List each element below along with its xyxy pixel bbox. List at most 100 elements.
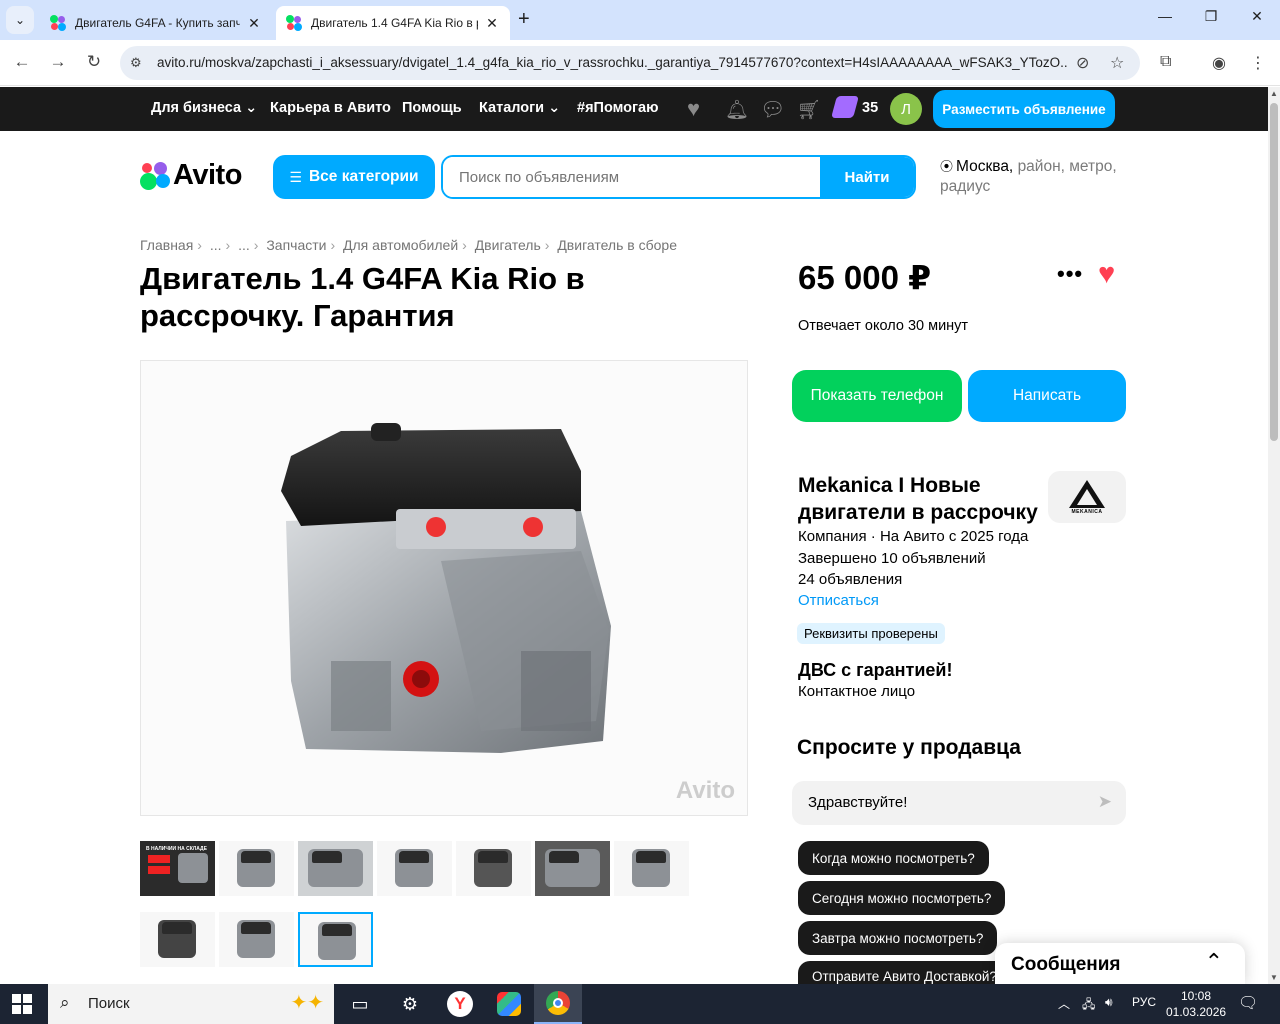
quick-question-chip[interactable]: Сегодня можно посмотреть? [798,881,1006,915]
copilot-sparkle-icon[interactable]: ✦✦ [290,990,324,1015]
tab-search-button[interactable]: ⌄ [6,6,34,34]
write-button[interactable]: Написать [968,370,1126,422]
career-link[interactable]: Карьера в Авито [270,100,391,116]
quick-question-chip[interactable]: Когда можно посмотреть? [798,841,989,875]
favorite-heart-icon[interactable]: ♥ [1098,258,1115,291]
thumbnail[interactable] [456,841,531,896]
extensions-icon[interactable]: ⧉ [1160,53,1171,71]
restore-icon[interactable]: ❐ [1188,8,1234,25]
ya-pomogayu-link[interactable]: #яПомогаю [577,100,659,116]
windows-start-icon[interactable] [12,994,32,1014]
address-bar[interactable]: ⚙ avito.ru/moskva/zapchasti_i_aksessuary… [120,46,1140,80]
thumbnail[interactable]: В НАЛИЧИИ НА СКЛАДЕ [140,841,215,896]
browser-menu-icon[interactable]: ⋮ [1250,53,1266,73]
location-selector[interactable]: ⦿ Москва, район, метро, радиус [940,157,1130,197]
breadcrumb-home[interactable]: Главная [140,237,193,253]
main-photo[interactable]: Avito [140,360,748,816]
minimize-icon[interactable]: — [1142,8,1188,24]
network-icon[interactable]: 🖧︎ [1082,995,1095,1016]
page-title: Двигатель 1.4 G4FA Kia Rio в рассрочку. … [140,261,585,333]
ask-seller-input[interactable]: Здравствуйте! ➤ [792,781,1126,825]
thumbnail[interactable] [219,912,294,967]
site-info-icon[interactable]: ⚙ [130,55,142,71]
bonus-count[interactable]: 35 [862,100,878,116]
photos-app-icon[interactable] [485,984,533,1024]
send-icon[interactable]: ➤ [1098,792,1112,812]
page-scrollbar[interactable]: ▲ ▼ [1268,87,1280,984]
quick-question-chip[interactable]: Отправите Авито Доставкой? [798,961,1011,984]
search-input[interactable] [443,157,823,197]
breadcrumb-separator-icon: › [197,237,202,253]
business-link[interactable]: Для бизнеса ⌄ [151,100,257,116]
forward-icon[interactable]: → [46,52,70,72]
messages-panel[interactable]: Сообщения ⌃ [995,943,1245,984]
thumbnail[interactable] [140,912,215,967]
profile-icon[interactable]: ◉ [1212,53,1226,73]
more-options-icon[interactable]: ••• [1057,261,1083,287]
all-categories-button[interactable]: ☰ Все категории [273,155,435,199]
thumbnail[interactable] [298,841,373,896]
breadcrumb-item[interactable]: Для автомобилей [343,237,458,253]
help-link[interactable]: Помощь [402,100,462,116]
thumbnail[interactable] [377,841,452,896]
url-text[interactable]: avito.ru/moskva/zapchasti_i_aksessuary/d… [157,55,1067,70]
chrome-icon[interactable] [534,984,582,1024]
settings-gear-icon[interactable]: ⚙ [386,984,434,1024]
tab-title: Двигатель 1.4 G4FA Kia Rio в р [311,16,478,30]
notifications-bell-icon[interactable]: 🔔︎ [725,98,749,122]
breadcrumb-item[interactable]: ... [238,237,250,253]
scroll-up-icon[interactable]: ▲ [1270,89,1278,98]
search-button[interactable]: Найти [820,157,914,197]
task-view-icon[interactable]: ▭ [336,984,384,1024]
taskbar-search-label: Поиск [88,995,130,1012]
thumbnail[interactable] [614,841,689,896]
reload-icon[interactable]: ↻ [82,52,106,72]
close-window-icon[interactable]: ✕ [1234,8,1280,25]
volume-icon[interactable]: 🔊︎ [1105,995,1113,1010]
tab-inactive[interactable]: Двигатель G4FA - Купить запчасти ✕ [40,6,272,40]
clock-date: 01.03.2026 [1166,1005,1227,1019]
tracking-blocked-icon[interactable]: ⊘ [1076,53,1089,73]
taskbar-search[interactable]: ⌕ Поиск ✦✦ [48,984,334,1024]
notifications-icon[interactable]: 🗨︎ [1238,993,1258,1013]
messages-bubble-icon[interactable]: 💬︎ [760,97,785,122]
thumbnail[interactable] [535,841,610,896]
quick-question-chip[interactable]: Завтра можно посмотреть? [798,921,998,955]
breadcrumb-item[interactable]: Запчасти [266,237,326,253]
messages-title: Сообщения [1011,954,1121,975]
catalogs-link[interactable]: Каталоги ⌄ [479,100,560,116]
logo-text: Avito [173,158,242,191]
engine-illustration [281,423,611,753]
breadcrumb-separator-icon: › [462,237,467,253]
language-indicator[interactable]: РУС [1132,995,1156,1009]
unsubscribe-link[interactable]: Отписаться [798,592,879,609]
cart-icon[interactable]: 🛒︎ [797,98,821,122]
post-ad-button[interactable]: Разместить объявление [933,90,1115,128]
breadcrumb-item[interactable]: Двигатель в сборе [557,237,677,253]
seller-listings[interactable]: 24 объявления [798,571,902,588]
seller-name[interactable]: Mekanica I Новые двигатели в рассрочку [798,472,1048,526]
breadcrumb-item[interactable]: Двигатель [475,237,541,253]
bookmark-star-icon[interactable]: ☆ [1110,53,1124,73]
thumbnail[interactable] [219,841,294,896]
tray-expand-icon[interactable]: ︿ [1058,995,1070,1012]
scrollbar-thumb[interactable] [1270,103,1278,441]
breadcrumb-item[interactable]: ... [210,237,222,253]
taskbar-clock[interactable]: 10:08 01.03.2026 [1166,988,1226,1020]
back-icon[interactable]: ← [10,52,34,72]
scroll-down-icon[interactable]: ▼ [1270,973,1278,982]
thumbnail-selected[interactable] [298,912,373,967]
avatar[interactable]: Л [890,93,922,125]
avito-logo[interactable]: Avito [140,158,242,191]
ask-input-text[interactable]: Здравствуйте! [808,794,907,811]
yandex-browser-icon[interactable]: Y [436,984,484,1024]
tab-active[interactable]: Двигатель 1.4 G4FA Kia Rio в р ✕ [276,6,510,40]
bonus-icon[interactable] [831,96,859,118]
new-tab-icon[interactable]: + [518,8,530,31]
show-phone-button[interactable]: Показать телефон [792,370,962,422]
favorites-heart-icon[interactable]: ♥ [687,96,700,122]
close-tab-icon[interactable]: ✕ [246,15,262,32]
chevron-up-icon[interactable]: ⌃ [1205,949,1223,975]
close-tab-icon[interactable]: ✕ [484,15,500,32]
seller-logo[interactable]: MEKANICA [1048,471,1126,523]
